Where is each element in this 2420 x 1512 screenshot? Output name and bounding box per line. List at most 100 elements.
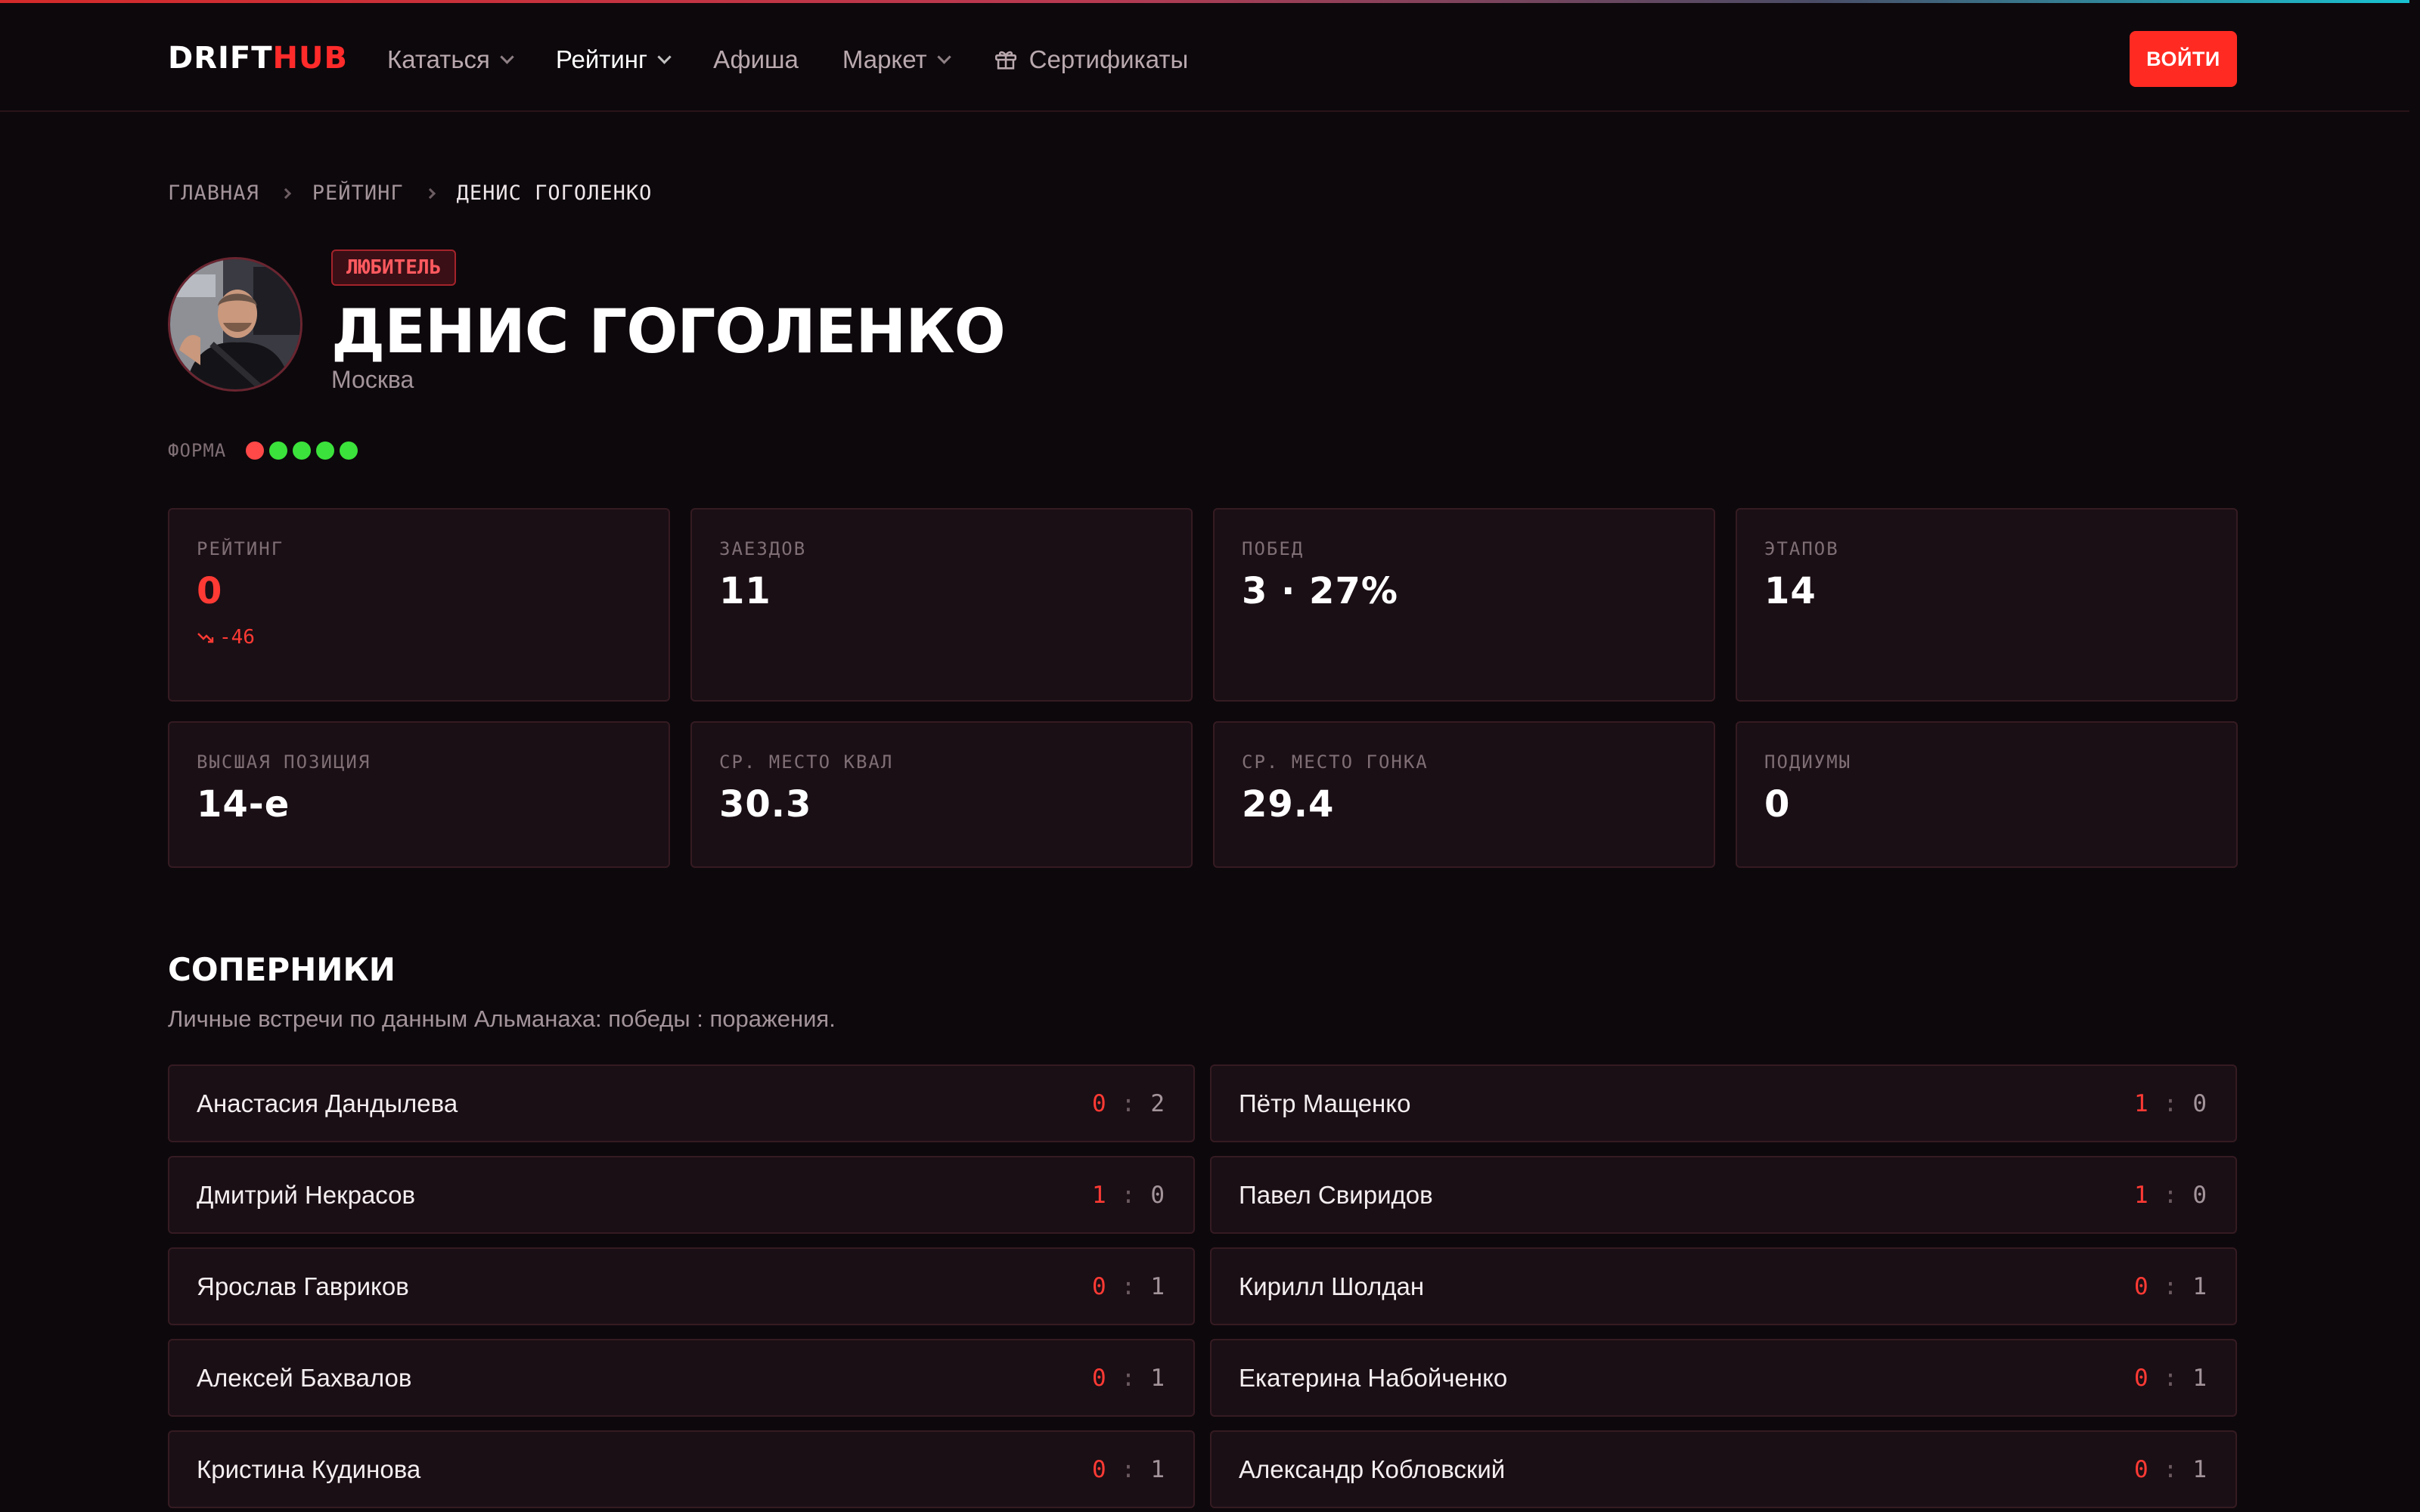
score-wins: 0 [2133,1364,2150,1392]
score-losses: 1 [2192,1272,2208,1300]
nav-item-market[interactable]: Маркет [842,41,951,79]
login-button[interactable]: ВОЙТИ [2130,31,2237,87]
nav-item-rating[interactable]: Рейтинг [556,41,672,79]
driver-photo [170,259,300,389]
score-losses: 0 [2192,1181,2208,1209]
head-to-head-score: 0:2 [1092,1090,1166,1117]
rating-delta-value: -46 [219,626,255,649]
site-header: DRIFTHUB Кататься Рейтинг Афиша Маркет С… [0,3,2420,112]
score-wins: 0 [1091,1272,1108,1300]
rival-row[interactable]: Ярослав Гавриков 0:1 [168,1247,1195,1325]
logo-part-hub: HUB [272,41,348,76]
rivals-title: СОПЕРНИКИ [168,951,396,988]
stats-grid: РЕЙТИНГ 0 -46 ЗАЕЗДОВ 11 ПОБЕД 3 · 27% Э… [168,508,2238,868]
score-losses: 0 [2192,1089,2208,1117]
avatar [168,257,302,392]
logo-part-drift: DRIFT [168,41,273,76]
rival-row[interactable]: Дмитрий Некрасов 1:0 [168,1156,1195,1234]
head-to-head-score: 0:1 [1092,1365,1166,1392]
stat-value: 14-е [197,783,290,826]
nav-item-katatsya[interactable]: Кататься [387,41,514,79]
stat-card-avg-qual: СР. МЕСТО КВАЛ 30.3 [690,721,1193,868]
score-separator: : [2163,1089,2180,1117]
score-wins: 0 [1091,1089,1108,1117]
score-wins: 1 [2133,1181,2150,1209]
form-dot-win [269,442,288,460]
rival-row[interactable]: Алексей Бахвалов 0:1 [168,1339,1195,1417]
score-separator: : [1121,1089,1137,1117]
rivals-subtitle: Личные встречи по данным Альманаха: побе… [168,1005,836,1032]
nav-item-afisha[interactable]: Афиша [713,41,799,79]
level-badge: ЛЮБИТЕЛЬ [331,249,457,286]
head-to-head-score: 1:0 [2134,1182,2208,1209]
breadcrumb-current: ДЕНИС ГОГОЛЕНКО [456,181,653,205]
score-losses: 1 [2192,1364,2208,1392]
score-losses: 0 [1150,1181,1166,1209]
stat-label: ПОДИУМЫ [1764,751,1852,773]
rival-row[interactable]: Александр Кобловский 0:1 [1210,1430,2237,1508]
rival-name: Кристина Кудинова [197,1455,421,1483]
score-wins: 1 [2133,1089,2150,1117]
rival-name: Александр Кобловский [1239,1455,1506,1483]
score-wins: 1 [1091,1181,1108,1209]
stat-label: ПОБЕД [1242,538,1305,559]
rival-row[interactable]: Екатерина Набойченко 0:1 [1210,1339,2237,1417]
score-wins: 0 [1091,1455,1108,1483]
rival-row[interactable]: Анастасия Дандылева 0:2 [168,1064,1195,1142]
head-to-head-score: 0:1 [2134,1273,2208,1300]
form-dot-win [293,442,312,460]
head-to-head-score: 0:1 [1092,1456,1166,1483]
form-dot-win [316,442,335,460]
main-nav: Кататься Рейтинг Афиша Маркет Сертификат… [387,41,1232,79]
chevron-down-icon [936,49,951,64]
form-indicator: ФОРМА [168,440,363,461]
stat-value: 14 [1764,570,1817,612]
stat-card-best-position: ВЫСШАЯ ПОЗИЦИЯ 14-е [168,721,670,868]
rival-row[interactable]: Кирилл Шолдан 0:1 [1210,1247,2237,1325]
score-losses: 2 [1150,1089,1166,1117]
breadcrumb-rating[interactable]: РЕЙТИНГ [312,181,404,205]
stat-label: ВЫСШАЯ ПОЗИЦИЯ [197,751,371,773]
stat-value: 11 [719,570,771,612]
score-separator: : [1121,1181,1137,1209]
scrollbar[interactable] [2409,0,2420,1512]
trend-down-icon [197,633,214,643]
head-to-head-score: 0:1 [2134,1365,2208,1392]
form-dot-loss [246,442,265,460]
rival-row[interactable]: Павел Свиридов 1:0 [1210,1156,2237,1234]
stat-label: СР. МЕСТО КВАЛ [719,751,894,773]
score-separator: : [1121,1272,1137,1300]
nav-item-label: Кататься [387,45,490,73]
stat-value: 0 [1764,783,1791,826]
rival-name: Ярослав Гавриков [197,1272,409,1300]
breadcrumb: ГЛАВНАЯ РЕЙТИНГ ДЕНИС ГОГОЛЕНКО [168,181,652,205]
score-separator: : [2163,1364,2180,1392]
form-label: ФОРМА [168,440,227,461]
breadcrumb-home[interactable]: ГЛАВНАЯ [168,181,259,205]
head-to-head-score: 1:0 [1092,1182,1166,1209]
nav-item-label: Афиша [713,45,799,73]
logo[interactable]: DRIFTHUB [168,41,348,76]
nav-item-label: Сертификаты [1028,45,1189,73]
rival-name: Алексей Бахвалов [197,1363,412,1392]
rival-name: Пётр Мащенко [1239,1089,1411,1117]
chevron-right-icon [280,187,291,199]
driver-city: Москва [331,366,414,393]
chevron-down-icon [657,49,672,64]
score-wins: 0 [2133,1455,2150,1483]
rival-name: Кирилл Шолдан [1239,1272,1425,1300]
score-separator: : [2163,1181,2180,1209]
rival-row[interactable]: Кристина Кудинова 0:1 [168,1430,1195,1508]
chevron-right-icon [424,187,436,199]
rating-delta: -46 [197,626,641,649]
score-separator: : [1121,1455,1137,1483]
rival-name: Дмитрий Некрасов [197,1180,416,1209]
head-to-head-score: 0:1 [1092,1273,1166,1300]
rivals-list: Анастасия Дандылева 0:2 Пётр Мащенко 1:0… [168,1064,2237,1508]
stat-label: ЗАЕЗДОВ [719,538,807,559]
nav-item-certificates[interactable]: Сертификаты [993,41,1189,79]
gift-icon [994,51,1016,70]
stat-label: СР. МЕСТО ГОНКА [1242,751,1429,773]
rival-row[interactable]: Пётр Мащенко 1:0 [1210,1064,2237,1142]
stat-card-races: ЗАЕЗДОВ 11 [690,508,1193,702]
